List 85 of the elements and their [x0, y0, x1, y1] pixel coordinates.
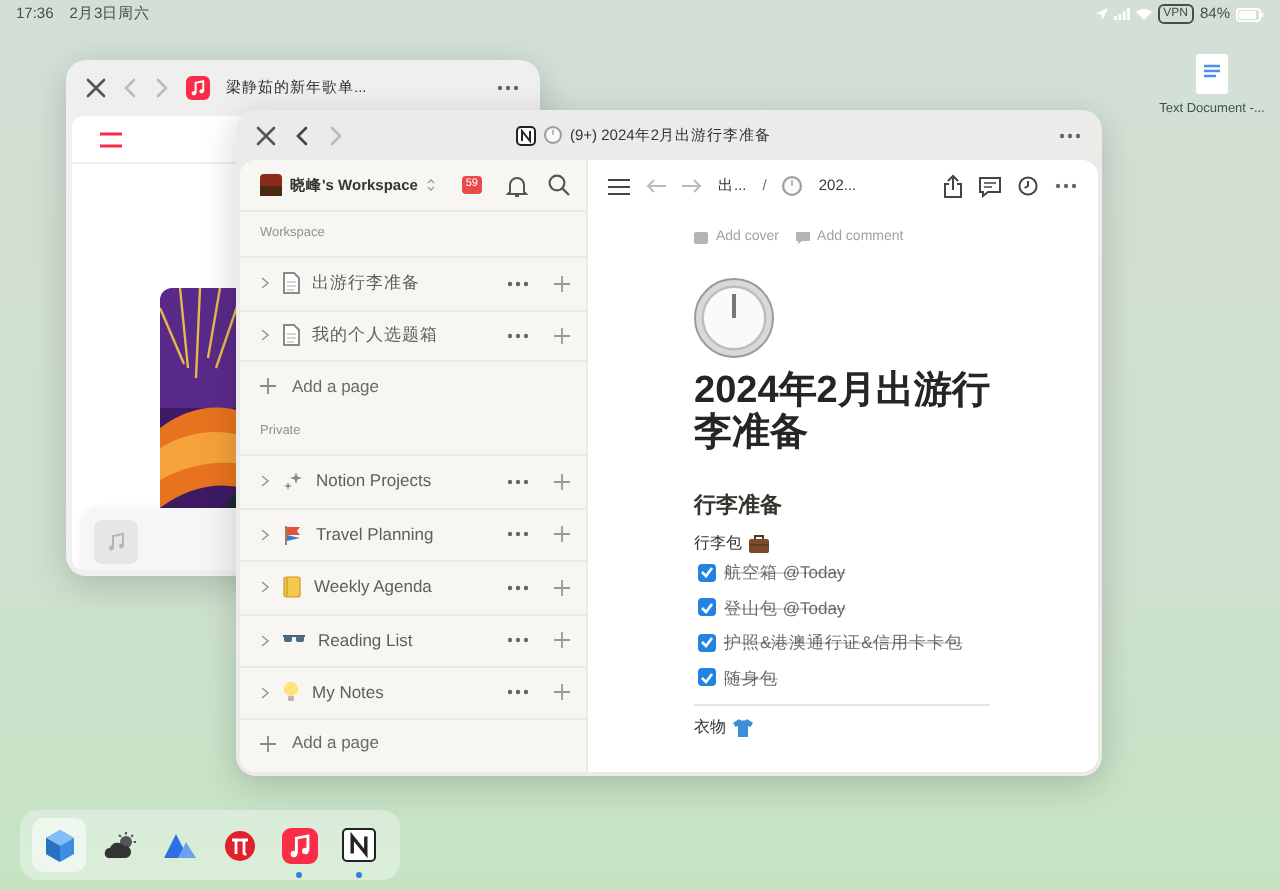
more-icon[interactable]: [496, 83, 520, 91]
add-icon[interactable]: [554, 473, 570, 490]
checklist-item: 护照&港澳通行证&信用卡卡包: [724, 630, 963, 655]
menu-icon[interactable]: [608, 177, 630, 195]
sidebar-item[interactable]: Reading List: [240, 613, 586, 666]
cube-icon[interactable]: [41, 827, 77, 863]
bell-icon[interactable]: [506, 173, 528, 197]
chevron-icon[interactable]: [260, 527, 270, 542]
sparkles-icon: [282, 470, 304, 493]
artwork-placeholder: [94, 520, 138, 564]
chevron-icon[interactable]: [260, 633, 270, 648]
sidebar-item[interactable]: Travel Planning: [240, 507, 586, 560]
add-icon[interactable]: [260, 735, 276, 751]
music-app-icon[interactable]: [281, 827, 317, 863]
add-page-link[interactable]: Add a page: [292, 730, 379, 756]
back-icon[interactable]: [294, 125, 310, 145]
page-icon: [282, 324, 300, 347]
sidebar-item[interactable]: My Notes: [240, 666, 586, 719]
notion-icon[interactable]: [342, 828, 376, 862]
checkbox[interactable]: [698, 668, 716, 687]
sidebar-item[interactable]: Weekly Agenda: [240, 560, 586, 613]
notion-icon[interactable]: [516, 125, 536, 145]
page-title: 2024年2月出游行李准备: [694, 369, 992, 455]
more-icon[interactable]: [506, 530, 530, 539]
notebook-icon: [282, 576, 302, 599]
checklist-item: 登山包 @Today: [724, 595, 846, 620]
close-icon[interactable]: [256, 125, 276, 145]
location-icon: [1095, 8, 1108, 20]
group-label: 行李包: [694, 531, 742, 556]
image-icon: [694, 232, 708, 245]
lightbulb-icon: [282, 680, 300, 705]
page-icon: [694, 277, 774, 357]
share-icon[interactable]: [944, 174, 962, 198]
chevron-icon[interactable]: [260, 328, 270, 343]
document-icon[interactable]: [1196, 54, 1228, 94]
more-icon[interactable]: [506, 279, 530, 288]
add-icon[interactable]: [554, 579, 570, 596]
more-icon[interactable]: [506, 477, 530, 486]
mountain-icon[interactable]: [161, 831, 197, 859]
checklist-item: 随身包: [724, 665, 778, 690]
page-icon: [544, 126, 562, 144]
chevron-icon[interactable]: [260, 276, 270, 291]
briefcase-icon: [748, 533, 770, 554]
add-icon[interactable]: [554, 526, 570, 543]
battery-icon: [1236, 7, 1264, 21]
add-page-link[interactable]: Add a page: [292, 373, 379, 399]
sidebar-item[interactable]: 我的个人选题箱: [240, 309, 586, 362]
page-icon: [282, 272, 300, 295]
shirt-icon: [732, 717, 754, 738]
close-icon[interactable]: [86, 77, 106, 97]
flag-icon: [282, 523, 304, 546]
add-icon[interactable]: [554, 275, 570, 292]
sidebar-item[interactable]: Notion Projects: [240, 454, 586, 507]
music-app-icon[interactable]: [186, 75, 210, 99]
workspace-avatar[interactable]: [260, 174, 282, 196]
chevron-icon[interactable]: [260, 685, 270, 700]
checkbox[interactable]: [698, 633, 716, 652]
more-icon[interactable]: [506, 583, 530, 592]
add-icon[interactable]: [554, 684, 570, 701]
comment-icon: [795, 232, 810, 245]
add-icon[interactable]: [554, 632, 570, 649]
switcher-icon[interactable]: [425, 178, 436, 192]
history-icon[interactable]: [1018, 176, 1038, 196]
chevron-icon[interactable]: [260, 474, 270, 489]
add-icon[interactable]: [554, 327, 570, 344]
search-icon[interactable]: [548, 174, 570, 196]
pi-icon[interactable]: [223, 829, 255, 861]
more-icon[interactable]: [506, 331, 530, 340]
more-icon[interactable]: [506, 636, 530, 645]
wifi-icon: [1135, 8, 1152, 20]
checkbox[interactable]: [698, 563, 716, 582]
section-heading: 行李准备: [694, 491, 784, 523]
comment-icon[interactable]: [978, 175, 1002, 197]
checkbox[interactable]: [698, 598, 716, 617]
more-icon[interactable]: [506, 688, 530, 697]
add-icon[interactable]: [260, 378, 276, 394]
chevron-icon[interactable]: [260, 580, 270, 595]
cloud-sun-icon[interactable]: [101, 831, 137, 859]
group-label: 衣物: [694, 715, 726, 740]
signal-icon: [1113, 8, 1130, 20]
checklist-item: 航空箱 @Today: [724, 560, 846, 585]
sidebar-item[interactable]: 出游行李准备: [240, 256, 586, 309]
page-icon: [782, 176, 803, 196]
more-icon[interactable]: [1058, 131, 1082, 139]
more-icon[interactable]: [1054, 182, 1078, 190]
